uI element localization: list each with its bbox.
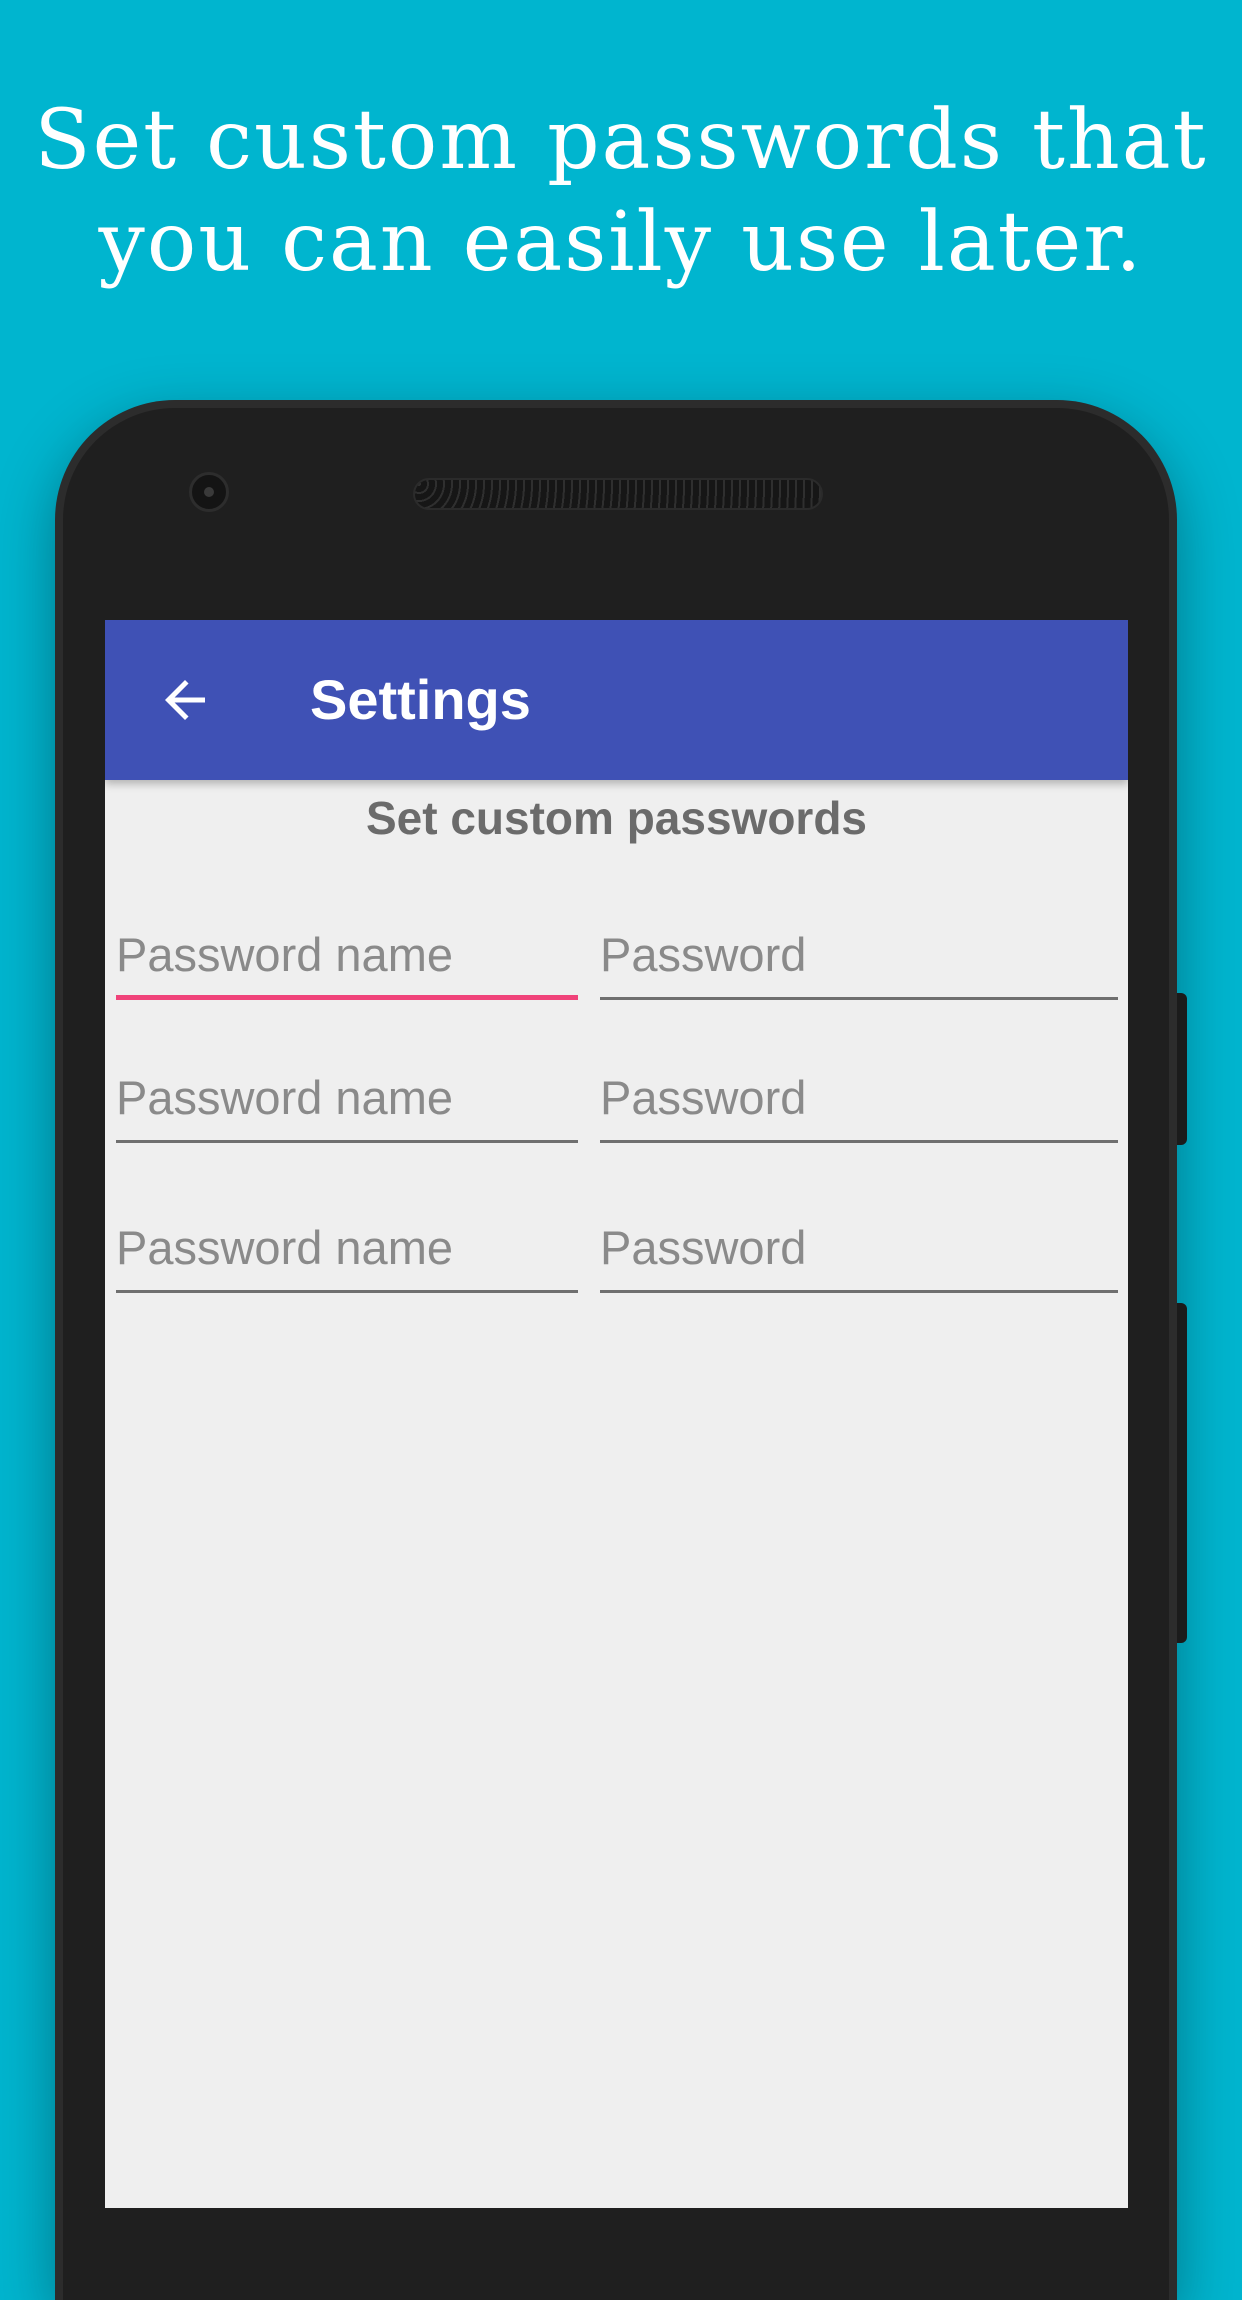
- password-placeholder: Password: [600, 1221, 807, 1274]
- arrow-left-icon[interactable]: [155, 670, 215, 730]
- password-placeholder: Password: [600, 928, 807, 981]
- app-screen: Settings Set custom passwords Password n…: [105, 620, 1128, 2208]
- password-name-field[interactable]: Password name: [116, 920, 578, 1000]
- phone-side-button: [1177, 993, 1187, 1145]
- password-placeholder: Password: [600, 1071, 807, 1124]
- password-name-field[interactable]: Password name: [116, 1063, 578, 1143]
- promo-headline: Set custom passwords that you can easily…: [0, 90, 1242, 294]
- password-name-placeholder: Password name: [116, 1221, 453, 1274]
- section-title: Set custom passwords: [365, 792, 868, 844]
- password-name-placeholder: Password name: [116, 1071, 453, 1124]
- password-field[interactable]: Password: [600, 920, 1118, 1000]
- camera-icon: [189, 472, 229, 512]
- page-title: Settings: [310, 668, 531, 731]
- speaker-grille: [413, 478, 823, 510]
- password-field[interactable]: Password: [600, 1213, 1118, 1293]
- password-name-placeholder: Password name: [116, 928, 453, 981]
- promo-headline-line-2: you can easily use later.: [98, 195, 1144, 290]
- password-field[interactable]: Password: [600, 1063, 1118, 1143]
- promo-headline-line-1: Set custom passwords that: [34, 93, 1208, 188]
- password-name-field[interactable]: Password name: [116, 1213, 578, 1293]
- phone-side-button: [1177, 1303, 1187, 1643]
- app-bar: Settings: [105, 620, 1128, 780]
